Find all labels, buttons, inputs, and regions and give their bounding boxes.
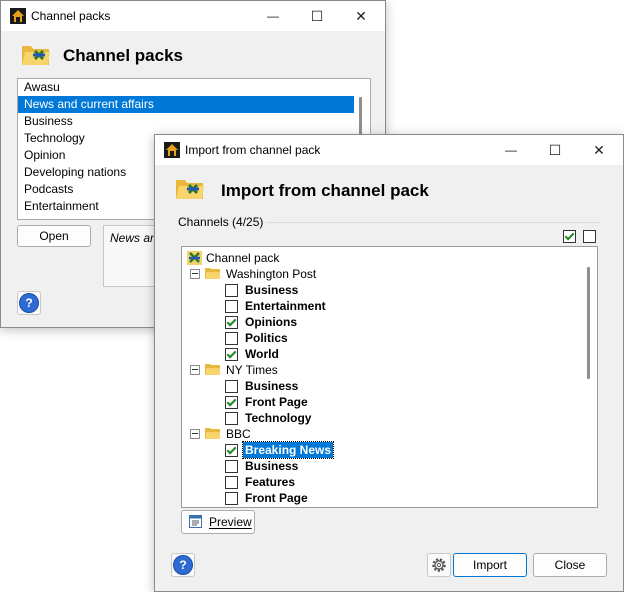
preview-button[interactable]: Preview — [181, 510, 255, 534]
tree-group-row[interactable]: Washington Post — [182, 266, 582, 282]
tree-channel-row[interactable]: Technology — [182, 410, 582, 426]
tree-group-label: Washington Post — [226, 267, 317, 281]
channel-packs-titlebar[interactable]: Channel packs — ☐ ✕ — [1, 1, 385, 31]
channel-label: Technology — [245, 411, 312, 425]
tree-group-label: NY Times — [226, 363, 278, 377]
channel-label: Features — [245, 475, 296, 489]
channel-label: Breaking News — [241, 441, 335, 459]
close-dialog-button[interactable]: Close — [533, 553, 607, 577]
folder-icon — [205, 364, 220, 375]
collapse-toggle[interactable] — [190, 269, 200, 279]
tree-channel-row[interactable]: Entertainment — [182, 298, 582, 314]
channel-checkbox[interactable] — [225, 332, 238, 345]
tree-channel-row[interactable]: Opinions — [182, 314, 582, 330]
channel-checkbox[interactable] — [225, 396, 238, 409]
channel-pack-list-item[interactable]: Awasu — [18, 79, 370, 96]
tree-channel-row[interactable]: Front Page — [182, 490, 582, 506]
select-all-checkbox[interactable] — [563, 230, 576, 243]
help-button-frame[interactable]: ? — [17, 291, 41, 315]
tree-scrollbar-thumb[interactable] — [587, 267, 590, 379]
close-button[interactable]: ✕ — [577, 135, 621, 165]
close-button[interactable]: ✕ — [339, 1, 383, 31]
select-none-checkbox[interactable] — [583, 230, 596, 243]
channel-packs-heading: Channel packs — [63, 46, 183, 65]
tree-channel-row[interactable]: World — [182, 346, 582, 362]
import-titlebar[interactable]: Import from channel pack — ☐ ✕ — [155, 135, 623, 165]
channel-label: Entertainment — [245, 299, 326, 313]
channel-checkbox[interactable] — [225, 380, 238, 393]
dialog-title: Import from channel pack — [185, 143, 321, 157]
tree-group-row[interactable]: BBC — [182, 426, 582, 442]
channel-pack-icon — [187, 251, 202, 265]
channel-checkbox[interactable] — [225, 284, 238, 297]
help-icon: ? — [173, 555, 193, 575]
channel-pack-list-item[interactable]: News and current affairs — [18, 96, 354, 113]
channel-tree[interactable]: Channel pack Washington Post Business Enter… — [181, 246, 598, 508]
import-dialog: Import from channel pack — ☐ ✕ Import fr… — [154, 134, 624, 592]
channel-checkbox[interactable] — [225, 348, 238, 361]
help-icon: ? — [19, 293, 39, 313]
maximize-button[interactable]: ☐ — [295, 1, 339, 31]
gear-icon — [432, 558, 446, 572]
channel-checkbox[interactable] — [225, 444, 238, 457]
preview-label: Preview — [209, 515, 252, 529]
tree-group-row[interactable]: NY Times — [182, 362, 582, 378]
channel-checkbox[interactable] — [225, 492, 238, 505]
tree-channel-row[interactable]: Politics — [182, 330, 582, 346]
channels-group-line — [267, 222, 601, 223]
help-button-frame[interactable]: ? — [171, 553, 195, 577]
channel-checkbox[interactable] — [225, 316, 238, 329]
folder-pack-icon — [176, 180, 204, 199]
tree-group-label: BBC — [226, 427, 251, 441]
minimize-button[interactable]: — — [489, 135, 533, 165]
channel-checkbox[interactable] — [225, 300, 238, 313]
tree-channel-row[interactable]: Front Page — [182, 394, 582, 410]
channel-label: World — [245, 347, 279, 361]
tree-channel-row[interactable]: Business — [182, 458, 582, 474]
folder-pack-icon — [22, 46, 50, 65]
tree-root-row[interactable]: Channel pack — [182, 250, 582, 266]
channel-label: Business — [245, 283, 299, 297]
collapse-toggle[interactable] — [190, 429, 200, 439]
channel-checkbox[interactable] — [225, 476, 238, 489]
channel-pack-list-item[interactable]: Business — [18, 113, 370, 130]
tree-channel-row[interactable]: Features — [182, 474, 582, 490]
channel-label: Politics — [245, 331, 288, 345]
channel-label: Front Page — [245, 491, 308, 505]
window-title: Channel packs — [31, 9, 111, 23]
open-button[interactable]: Open — [17, 225, 91, 247]
tree-channel-row[interactable]: Business — [182, 282, 582, 298]
import-button[interactable]: Import — [453, 553, 527, 577]
tree-channel-row[interactable]: Business — [182, 378, 582, 394]
folder-icon — [205, 428, 220, 439]
maximize-button[interactable]: ☐ — [533, 135, 577, 165]
channel-checkbox[interactable] — [225, 412, 238, 425]
channel-label: Business — [245, 459, 299, 473]
minimize-button[interactable]: — — [251, 1, 295, 31]
folder-icon — [205, 268, 220, 279]
channel-label: Business — [245, 379, 299, 393]
preview-icon — [189, 515, 202, 528]
app-logo-icon — [10, 8, 26, 24]
app-logo-icon — [164, 142, 180, 158]
settings-button[interactable] — [427, 553, 451, 577]
channel-checkbox[interactable] — [225, 460, 238, 473]
channels-count-label: Channels (4/25) — [178, 215, 264, 229]
collapse-toggle[interactable] — [190, 365, 200, 375]
tree-channel-row[interactable]: Breaking News — [182, 441, 582, 459]
import-heading: Import from channel pack — [221, 181, 429, 200]
channel-label: Opinions — [245, 315, 297, 329]
tree-root-label: Channel pack — [206, 251, 280, 265]
channel-label: Front Page — [245, 395, 308, 409]
